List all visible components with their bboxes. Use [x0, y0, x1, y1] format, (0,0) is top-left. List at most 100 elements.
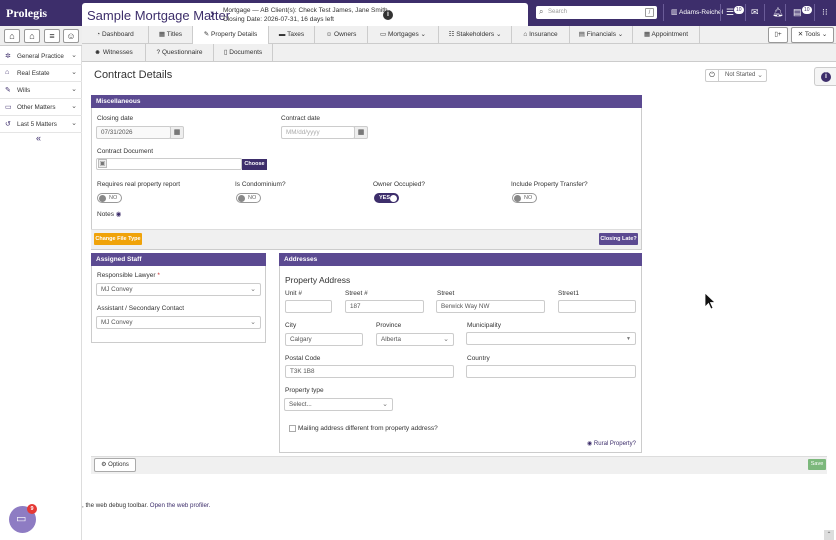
tab-documents[interactable]: ▯ Documents: [214, 44, 273, 62]
quick-icons-bar: ⌂ ⌂ ≡ ☺: [0, 26, 82, 46]
property-transfer-toggle[interactable]: NO: [512, 193, 537, 203]
chevron-down-icon: ⌄: [494, 31, 502, 38]
info-icon[interactable]: i: [383, 10, 393, 20]
tab-label: Insurance: [529, 31, 558, 38]
web-profiler-link[interactable]: Open the web profiler.: [150, 502, 211, 509]
sidebar-item-general-practice[interactable]: ✲ General Practice ⌄: [0, 48, 82, 65]
chevron-down-icon: ⌄: [820, 31, 828, 38]
tab-property-details[interactable]: ✎ Property Details: [193, 26, 269, 45]
shortcut-key-icon: /: [645, 8, 654, 17]
pen-icon: ✎: [5, 87, 11, 94]
choose-file-button[interactable]: Choose: [242, 159, 267, 170]
list-icon[interactable]: ≡: [44, 29, 60, 43]
bell-icon[interactable]: 🔔︎: [772, 7, 783, 18]
app-logo[interactable]: Prolegis: [6, 6, 47, 21]
miscellaneous-footer: [91, 229, 641, 249]
rural-property-toggle[interactable]: ◉ Rural Property?: [587, 440, 636, 447]
image-placeholder-icon: ▣: [98, 159, 107, 168]
tab-label: Mortgages: [387, 31, 419, 38]
document-add-button[interactable]: ▯+: [768, 27, 788, 43]
home-plus-icon[interactable]: ⌂: [4, 29, 20, 43]
mail-icon[interactable]: ✉: [751, 7, 759, 18]
condominium-toggle[interactable]: NO: [236, 193, 261, 203]
chevron-down-icon: ⌄: [250, 286, 256, 293]
postal-code-label: Postal Code: [285, 355, 321, 362]
chevron-down-icon: ⌄: [71, 52, 77, 59]
unit-input[interactable]: [285, 300, 332, 313]
street1-label: Street1: [558, 290, 579, 297]
calendar-icon[interactable]: ▦: [354, 126, 368, 139]
tab-mortgages[interactable]: ▭ Mortgages ⌄: [368, 26, 439, 44]
tab-witnesses[interactable]: ☻ Witnesses: [82, 44, 146, 62]
divider: [745, 4, 746, 21]
tab-titles[interactable]: ▦ Titles: [149, 26, 193, 44]
property-type-select[interactable]: Select... ⌄: [284, 398, 393, 411]
assistant-select[interactable]: MJ Convey ⌄: [96, 316, 261, 329]
tab-bar-secondary: ☻ Witnesses ? Questionnaire ▯ Documents: [82, 44, 836, 62]
real-property-report-label: Requires real property report: [97, 181, 181, 188]
eye-icon: ◉: [587, 441, 594, 447]
panel-heading-addresses: Addresses: [279, 253, 642, 266]
closing-late-button[interactable]: Closing Late?: [599, 233, 638, 245]
tasks-icon[interactable]: ☰: [726, 7, 734, 18]
sidebar-item-last-5-matters[interactable]: ↺ Last 5 Matters ⌄: [0, 116, 82, 133]
info-panel-toggle[interactable]: i: [814, 67, 836, 86]
scroll-top-button[interactable]: ⌃: [824, 530, 834, 540]
debug-text: , the web debug toolbar.: [82, 502, 149, 509]
mailing-address-checkbox[interactable]: [289, 425, 296, 432]
tab-taxes[interactable]: ▬ Taxes: [269, 26, 315, 44]
tab-dashboard[interactable]: ◔ Dashboard: [82, 26, 149, 44]
eye-icon: ◉: [115, 211, 122, 218]
collapse-sidebar-button[interactable]: «: [36, 133, 41, 143]
tools-menu[interactable]: ✕ Tools ⌄: [791, 27, 834, 43]
contract-date-input[interactable]: MM/dd/yyyy: [281, 126, 355, 139]
tab-insurance[interactable]: ⌂ Insurance: [512, 26, 570, 44]
tab-label: Appointment: [651, 31, 689, 38]
tab-label: Titles: [166, 31, 183, 38]
user-menu[interactable]: Adams-Reichel: [679, 9, 723, 16]
matter-header: Sample Mortgage Matter › Mortgage — AB C…: [82, 3, 528, 26]
caret-down-icon: ▼: [626, 336, 631, 342]
closing-date-input[interactable]: 07/31/2026: [96, 126, 171, 139]
grid-menu-icon[interactable]: ⁝⁝: [822, 7, 828, 18]
matter-title[interactable]: Sample Mortgage Matter: [87, 8, 230, 23]
tab-appointment[interactable]: ▦ Appointment: [633, 26, 700, 44]
municipality-select[interactable]: ▼: [466, 332, 636, 345]
change-file-type-button[interactable]: Change File Type: [94, 233, 142, 245]
building-icon: ▥: [671, 9, 678, 16]
city-input[interactable]: Calgary: [285, 333, 363, 346]
sidebar-item-wills[interactable]: ✎ Wills ⌄: [0, 82, 82, 99]
postal-code-input[interactable]: T3K 1B8: [285, 365, 454, 378]
tab-stakeholders[interactable]: ☷ Stakeholders ⌄: [439, 26, 512, 44]
street1-input[interactable]: [558, 300, 636, 313]
top-bar: Prolegis Sample Mortgage Matter › Mortga…: [0, 0, 836, 26]
tab-label: Dashboard: [101, 31, 134, 38]
search-input[interactable]: ⌕ Search /: [536, 6, 657, 19]
sidebar-item-other-matters[interactable]: ▭ Other Matters ⌄: [0, 99, 82, 116]
calendar-icon[interactable]: ▦: [170, 126, 184, 139]
house-key-icon[interactable]: ⌂: [24, 29, 40, 43]
search-placeholder: Search: [548, 9, 568, 15]
country-input[interactable]: [466, 365, 636, 378]
responsible-lawyer-select[interactable]: MJ Convey ⌄: [96, 283, 261, 296]
toggle-knob: [99, 195, 106, 202]
street-number-input[interactable]: 187: [345, 300, 424, 313]
status-select[interactable]: ⏻ Not Started ⌄: [705, 69, 767, 82]
tab-financials[interactable]: ▤ Financials ⌄: [570, 26, 633, 44]
sidebar-item-real-estate[interactable]: ⌂ Real Estate ⌄: [0, 65, 82, 82]
options-button[interactable]: ⚙ Options: [94, 458, 136, 472]
notes-toggle[interactable]: Notes ◉: [97, 210, 121, 218]
real-property-report-toggle[interactable]: NO: [97, 193, 122, 203]
save-button[interactable]: Save: [808, 459, 826, 470]
street-input[interactable]: Berwick Way NW: [436, 300, 545, 313]
contract-document-input[interactable]: [96, 158, 242, 170]
property-address-heading: Property Address: [285, 275, 351, 285]
tab-label: Documents: [229, 49, 263, 56]
province-select[interactable]: Alberta ⌄: [376, 333, 454, 346]
owner-occupied-toggle[interactable]: YES: [374, 193, 399, 203]
power-icon: ⏻: [706, 70, 719, 81]
tab-questionnaire[interactable]: ? Questionnaire: [146, 44, 214, 62]
tab-owners[interactable]: ☺ Owners: [315, 26, 368, 44]
document-icon[interactable]: ▤: [793, 7, 802, 18]
people-icon[interactable]: ☺: [63, 29, 79, 43]
